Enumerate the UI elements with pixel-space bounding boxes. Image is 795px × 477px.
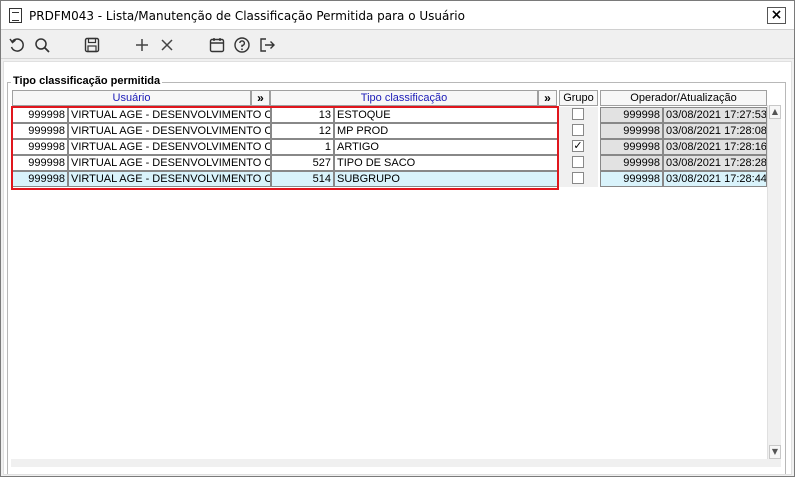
cell-user-name[interactable]: VIRTUAL AGE - DESENVOLVIMENTO CIAN	[68, 123, 271, 139]
title-bar: PRDFM043 - Lista/Manutenção de Classific…	[1, 1, 794, 30]
cell-tipo-code[interactable]: 13	[271, 107, 334, 123]
cell-tipo-name[interactable]: ARTIGO	[334, 139, 558, 155]
header-tipo[interactable]: Tipo classificação	[270, 90, 538, 106]
cell-user-name[interactable]: VIRTUAL AGE - DESENVOLVIMENTO CIAN	[68, 107, 271, 123]
horizontal-scrollbar[interactable]	[11, 459, 781, 467]
table-row[interactable]: 999998 VIRTUAL AGE - DESENVOLVIMENTO CIAN…	[1, 123, 781, 139]
scroll-up-icon[interactable]: ▲	[769, 105, 781, 119]
grupo-checkbox[interactable]	[572, 108, 584, 120]
header-grupo[interactable]: Grupo	[559, 90, 598, 106]
grupo-checkbox[interactable]: ✓	[572, 140, 584, 152]
cell-user-code[interactable]: 999998	[12, 171, 68, 187]
window-title: PRDFM043 - Lista/Manutenção de Classific…	[29, 9, 465, 23]
cell-user-name[interactable]: VIRTUAL AGE - DESENVOLVIMENTO CIAN	[68, 171, 271, 187]
cell-user-code[interactable]: 999998	[12, 139, 68, 155]
calendar-icon[interactable]	[207, 35, 227, 55]
grupo-checkbox[interactable]	[572, 156, 584, 168]
cell-tipo-code[interactable]: 527	[271, 155, 334, 171]
cell-grupo	[558, 155, 598, 171]
cell-tipo-name[interactable]: TIPO DE SACO	[334, 155, 558, 171]
cell-data[interactable]: 03/08/2021 17:28:08	[663, 123, 767, 139]
cell-data[interactable]: 03/08/2021 17:28:16	[663, 139, 767, 155]
search-icon[interactable]	[32, 35, 52, 55]
vertical-scrollbar[interactable]: ▲ ▼	[767, 105, 781, 459]
cell-operador[interactable]: 999998	[600, 139, 663, 155]
cell-grupo	[558, 107, 598, 123]
close-button[interactable]: ×	[767, 7, 786, 24]
cell-user-name[interactable]: VIRTUAL AGE - DESENVOLVIMENTO CIAN	[68, 155, 271, 171]
cell-operador[interactable]: 999998	[600, 171, 663, 187]
cell-tipo-name[interactable]: MP PROD	[334, 123, 558, 139]
exit-icon[interactable]	[257, 35, 277, 55]
grupo-checkbox[interactable]	[572, 172, 584, 184]
header-expand-tipo[interactable]: »	[538, 90, 557, 106]
cell-tipo-name[interactable]: ESTOQUE	[334, 107, 558, 123]
cell-data[interactable]: 03/08/2021 17:28:28	[663, 155, 767, 171]
cell-data[interactable]: 03/08/2021 17:28:44	[663, 171, 767, 187]
document-icon	[9, 8, 22, 23]
header-usuario[interactable]: Usuário	[12, 90, 251, 106]
cell-grupo: ✓	[558, 139, 598, 155]
table-row[interactable]: 999998 VIRTUAL AGE - DESENVOLVIMENTO CIAN…	[1, 139, 781, 155]
cell-user-code[interactable]: 999998	[12, 107, 68, 123]
table-row[interactable]: 999998 VIRTUAL AGE - DESENVOLVIMENTO CIAN…	[1, 107, 781, 123]
plus-icon[interactable]	[132, 35, 152, 55]
scroll-down-icon[interactable]: ▼	[769, 445, 781, 459]
delete-icon[interactable]	[157, 35, 177, 55]
table-row[interactable]: 999998 VIRTUAL AGE - DESENVOLVIMENTO CIAN…	[1, 171, 781, 187]
grupo-checkbox[interactable]	[572, 124, 584, 136]
cell-tipo-code[interactable]: 514	[271, 171, 334, 187]
cell-tipo-name[interactable]: SUBGRUPO	[334, 171, 558, 187]
cell-tipo-code[interactable]: 12	[271, 123, 334, 139]
cell-operador[interactable]: 999998	[600, 155, 663, 171]
cell-user-name[interactable]: VIRTUAL AGE - DESENVOLVIMENTO CIAN	[68, 139, 271, 155]
group-label: Tipo classificação permitida	[11, 75, 163, 87]
cell-operador[interactable]: 999998	[600, 107, 663, 123]
cell-user-code[interactable]: 999998	[12, 123, 68, 139]
cell-grupo	[558, 123, 598, 139]
toolbar	[1, 31, 794, 59]
cell-grupo	[558, 171, 598, 187]
help-icon[interactable]	[232, 35, 252, 55]
header-operador[interactable]: Operador/Atualização	[600, 90, 767, 106]
refresh-icon[interactable]	[7, 35, 27, 55]
header-expand-usuario[interactable]: »	[251, 90, 270, 106]
save-icon[interactable]	[82, 35, 102, 55]
cell-operador[interactable]: 999998	[600, 123, 663, 139]
cell-tipo-code[interactable]: 1	[271, 139, 334, 155]
cell-user-code[interactable]: 999998	[12, 155, 68, 171]
cell-data[interactable]: 03/08/2021 17:27:53	[663, 107, 767, 123]
table-row[interactable]: 999998 VIRTUAL AGE - DESENVOLVIMENTO CIAN…	[1, 155, 781, 171]
main-window: PRDFM043 - Lista/Manutenção de Classific…	[0, 0, 795, 477]
